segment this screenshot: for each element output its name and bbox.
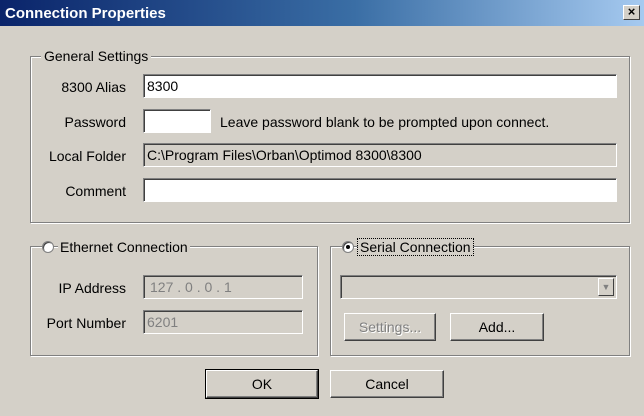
- connection-properties-dialog: Connection Properties × General Settings…: [0, 0, 644, 416]
- comment-input[interactable]: [143, 178, 617, 202]
- chevron-down-icon[interactable]: ▼: [598, 278, 614, 296]
- comment-label: Comment: [65, 183, 126, 199]
- ethernet-radio[interactable]: [42, 241, 54, 253]
- close-button[interactable]: ×: [623, 5, 640, 20]
- password-label: Password: [64, 114, 126, 130]
- settings-button[interactable]: Settings...: [344, 313, 436, 341]
- local-folder-field: C:\Program Files\Orban\Optimod 8300\8300: [143, 143, 617, 167]
- serial-radio[interactable]: [342, 241, 354, 253]
- add-button[interactable]: Add...: [450, 313, 544, 341]
- window-title: Connection Properties: [5, 5, 166, 22]
- local-folder-label: Local Folder: [48, 148, 126, 164]
- ip-address-label: IP Address: [58, 280, 126, 296]
- general-settings-legend: General Settings: [41, 48, 152, 64]
- ip-address-field[interactable]: 127 . 0 . 0 . 1: [143, 275, 303, 299]
- ethernet-radio-label[interactable]: Ethernet Connection: [58, 239, 190, 255]
- ethernet-group: [30, 246, 318, 356]
- alias-label: 8300 Alias: [61, 79, 126, 95]
- cancel-button[interactable]: Cancel: [330, 370, 444, 398]
- alias-input[interactable]: 8300: [143, 74, 617, 98]
- password-hint: Leave password blank to be prompted upon…: [220, 114, 550, 130]
- port-number-label: Port Number: [46, 315, 126, 331]
- serial-port-combo[interactable]: ▼: [340, 275, 617, 299]
- password-input[interactable]: [143, 109, 211, 133]
- ok-button[interactable]: OK: [205, 369, 319, 399]
- serial-radio-label[interactable]: Serial Connection: [357, 238, 474, 256]
- title-bar: Connection Properties ×: [0, 0, 644, 26]
- port-number-field[interactable]: 6201: [143, 310, 303, 334]
